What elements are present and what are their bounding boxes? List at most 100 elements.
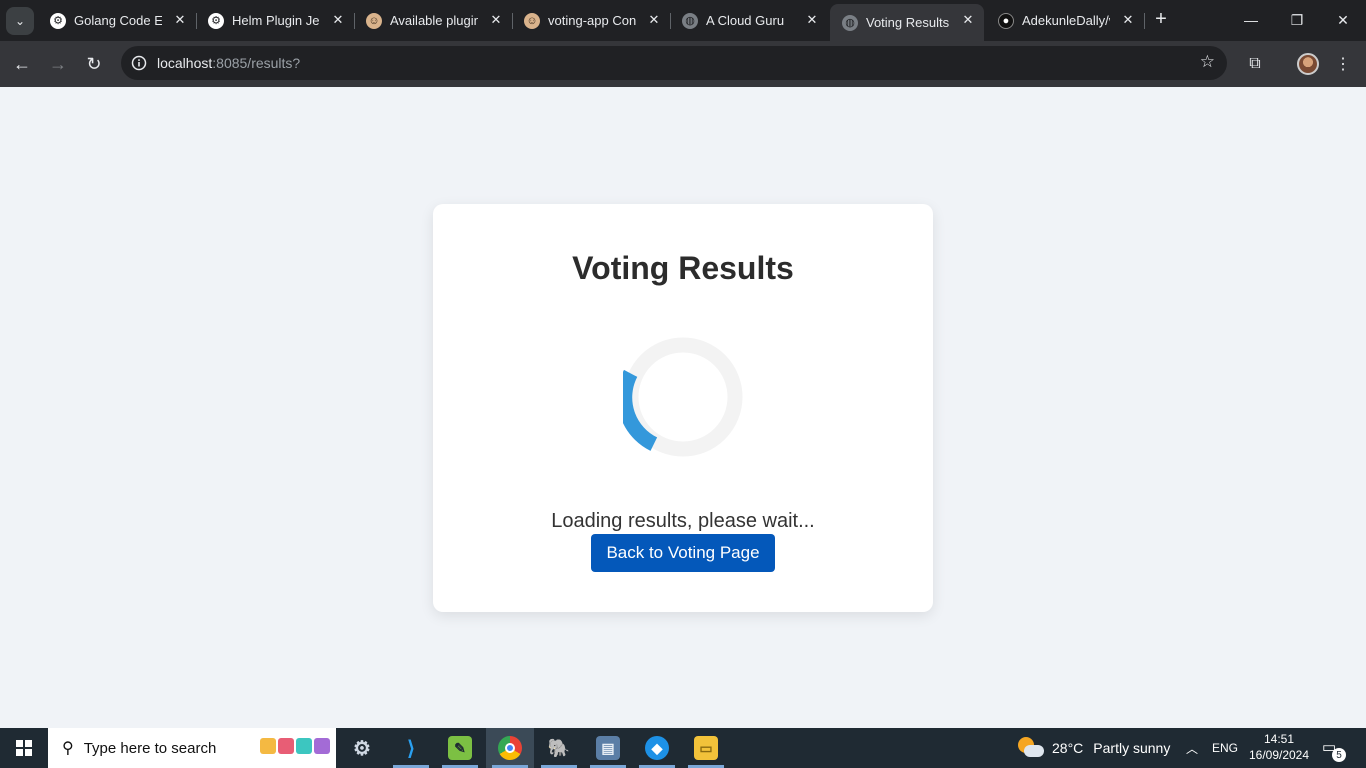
loading-message: Loading results, please wait...: [551, 510, 815, 532]
page-title: Voting Results: [572, 250, 794, 286]
avatar: [1297, 53, 1319, 75]
site-info-icon[interactable]: [129, 53, 149, 73]
restore-button[interactable]: ❐: [1274, 0, 1320, 40]
close-window-button[interactable]: ✕: [1320, 0, 1366, 40]
docker-icon: ◆: [645, 736, 669, 760]
tab-title: AdekunleDally/v: [1022, 13, 1110, 28]
taskbar-monitor[interactable]: ▤: [584, 728, 632, 768]
browser-tab[interactable]: ☺ voting-app Conf ✕: [512, 4, 670, 37]
back-button[interactable]: ←: [7, 49, 37, 79]
language-indicator[interactable]: ENG: [1212, 728, 1238, 768]
new-tab-button[interactable]: +: [1150, 8, 1172, 30]
tab-title: voting-app Conf: [548, 13, 636, 28]
browser-tab[interactable]: ◍ A Cloud Guru ✕: [670, 4, 828, 37]
loading-spinner: [623, 337, 743, 457]
address-bar[interactable]: localhost:8085/results? ☆: [121, 46, 1227, 80]
elephant-icon: 🐘: [547, 737, 571, 758]
browser-tab[interactable]: ⚙ Golang Code Exp ✕: [38, 4, 196, 37]
url-text[interactable]: localhost:8085/results?: [157, 55, 300, 71]
start-button[interactable]: [0, 728, 48, 768]
notification-center-button[interactable]: ▭ 5: [1322, 738, 1346, 762]
tab-search-button[interactable]: ⌄: [6, 7, 34, 35]
tab-title: Golang Code Exp: [74, 13, 162, 28]
browser-tab-active[interactable]: ◍ Voting Results ✕: [830, 4, 984, 41]
windows-logo-icon: [16, 740, 32, 756]
restore-icon: ❐: [1290, 11, 1304, 28]
system-clock[interactable]: 14:51 16/09/2024: [1248, 731, 1310, 763]
taskbar-docker[interactable]: ◆: [633, 728, 681, 768]
clock-time: 14:51: [1263, 732, 1295, 746]
url-path: :8085/results?: [212, 55, 301, 71]
gear-icon: ⚙: [353, 737, 371, 760]
globe-icon: ◍: [842, 14, 858, 31]
close-icon[interactable]: ✕: [960, 12, 976, 28]
tab-title: Voting Results: [866, 15, 950, 30]
openai-icon: ⚙: [50, 12, 66, 29]
taskbar-chrome[interactable]: [486, 728, 534, 768]
chevron-down-icon: ⌄: [14, 14, 26, 28]
minimize-icon: —: [1244, 12, 1258, 28]
reload-button[interactable]: ↻: [79, 49, 109, 79]
puzzle-icon: ⧉: [1249, 55, 1261, 72]
tab-separator: [1144, 13, 1145, 29]
monitor-icon: ▤: [596, 736, 620, 760]
more-vertical-icon: ⋮: [1335, 56, 1351, 73]
taskbar-vscode[interactable]: ⟩: [387, 728, 435, 768]
url-host: localhost: [157, 55, 213, 71]
windows-taskbar: ⚲ Type here to search ⚙ ⟩ ✎ 🐘 ▤ ◆ ▭ 28°C…: [0, 728, 1366, 768]
browser-tab-strip: ⌄ ⚙ Golang Code Exp ✕ ⚙ Helm Plugin Jenk…: [0, 0, 1366, 41]
chevron-up-icon: ︿: [1186, 741, 1199, 756]
vscode-icon: ⟩: [407, 737, 415, 760]
weather-temp: 28°C: [1052, 740, 1084, 756]
forward-button[interactable]: →: [43, 49, 73, 79]
tray-overflow-button[interactable]: ︿: [1186, 728, 1198, 768]
results-card: Voting Results Loading results, please w…: [433, 204, 933, 612]
browser-toolbar: ← → ↻ localhost:8085/results? ☆ ⧉ ⋮: [0, 41, 1366, 87]
browser-menu-button[interactable]: ⋮: [1328, 49, 1358, 79]
back-to-voting-button[interactable]: Back to Voting Page: [591, 534, 775, 572]
clock-date: 16/09/2024: [1248, 748, 1310, 762]
arrow-right-icon: →: [49, 53, 67, 74]
partly-sunny-icon: [1018, 737, 1044, 759]
plus-icon: +: [1155, 7, 1167, 30]
page-content: Voting Results Loading results, please w…: [0, 87, 1366, 728]
notification-count: 5: [1332, 748, 1346, 762]
taskbar-notepadpp[interactable]: ✎: [436, 728, 484, 768]
close-icon: ✕: [1337, 11, 1349, 28]
close-icon[interactable]: ✕: [646, 12, 662, 28]
taskbar-postgres[interactable]: 🐘: [535, 728, 583, 768]
folder-icon: ▭: [694, 736, 718, 760]
close-icon[interactable]: ✕: [804, 12, 820, 28]
weather-desc: Partly sunny: [1093, 740, 1171, 756]
jenkins-icon: ☺: [366, 12, 382, 29]
reload-icon: ↻: [86, 53, 102, 74]
close-icon[interactable]: ✕: [172, 12, 188, 28]
search-placeholder: Type here to search: [83, 739, 217, 757]
tab-title: Available plugins: [390, 13, 478, 28]
close-icon[interactable]: ✕: [330, 12, 346, 28]
close-icon[interactable]: ✕: [488, 12, 504, 28]
extensions-button[interactable]: ⧉: [1240, 49, 1270, 79]
github-icon: ●: [998, 12, 1014, 29]
openai-icon: ⚙: [208, 12, 224, 29]
jenkins-icon: ☺: [524, 12, 540, 29]
weather-widget[interactable]: 28°C Partly sunny: [1018, 728, 1170, 768]
arrow-left-icon: ←: [13, 53, 31, 74]
browser-tab[interactable]: ☺ Available plugins ✕: [354, 4, 512, 37]
tab-title: A Cloud Guru: [706, 13, 785, 28]
taskbar-settings[interactable]: ⚙: [338, 728, 386, 768]
browser-tab[interactable]: ● AdekunleDally/v ✕: [986, 4, 1144, 37]
tab-title: Helm Plugin Jenk: [232, 13, 320, 28]
notepad-icon: ✎: [448, 736, 472, 760]
search-icon: ⚲: [62, 740, 74, 757]
bookmark-star-icon[interactable]: ☆: [1200, 52, 1215, 72]
globe-icon: ◍: [682, 12, 698, 29]
taskbar-search[interactable]: ⚲ Type here to search: [48, 728, 336, 768]
search-highlight-icon: [260, 738, 330, 754]
browser-tab[interactable]: ⚙ Helm Plugin Jenk ✕: [196, 4, 354, 37]
minimize-button[interactable]: —: [1228, 0, 1274, 40]
chrome-icon: [498, 736, 522, 760]
profile-button[interactable]: [1293, 49, 1323, 79]
taskbar-file-explorer[interactable]: ▭: [682, 728, 730, 768]
close-icon[interactable]: ✕: [1120, 12, 1136, 28]
